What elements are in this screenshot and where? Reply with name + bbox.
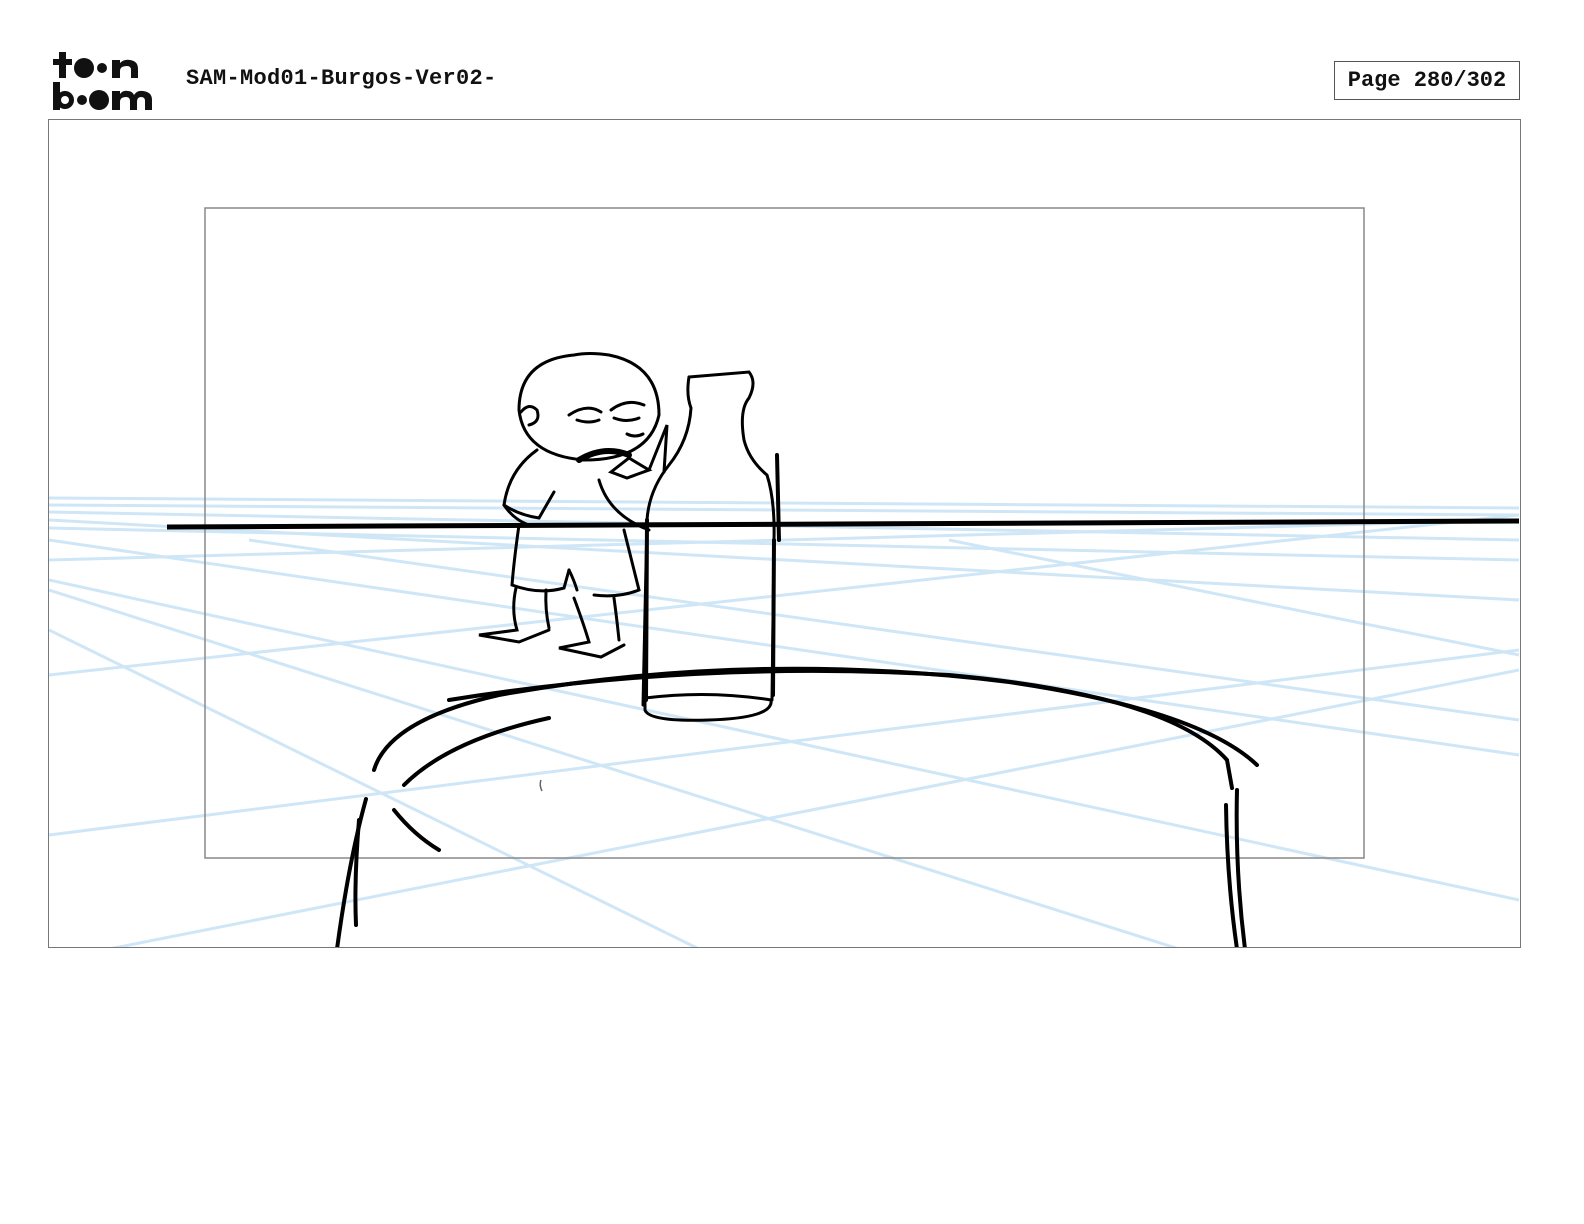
toon-boom-logo — [53, 52, 152, 110]
table-sketch — [335, 666, 1259, 947]
document-title: SAM-Mod01-Burgos-Ver02- — [186, 66, 497, 91]
page-number-label: Page 280/302 — [1347, 68, 1507, 93]
storyboard-panel — [48, 119, 1521, 948]
panel-sketch — [49, 207, 1520, 947]
page-number-box: Page 280/302 — [1334, 61, 1520, 100]
sketch-mark — [539, 779, 543, 792]
perspective-guides — [49, 496, 1520, 947]
